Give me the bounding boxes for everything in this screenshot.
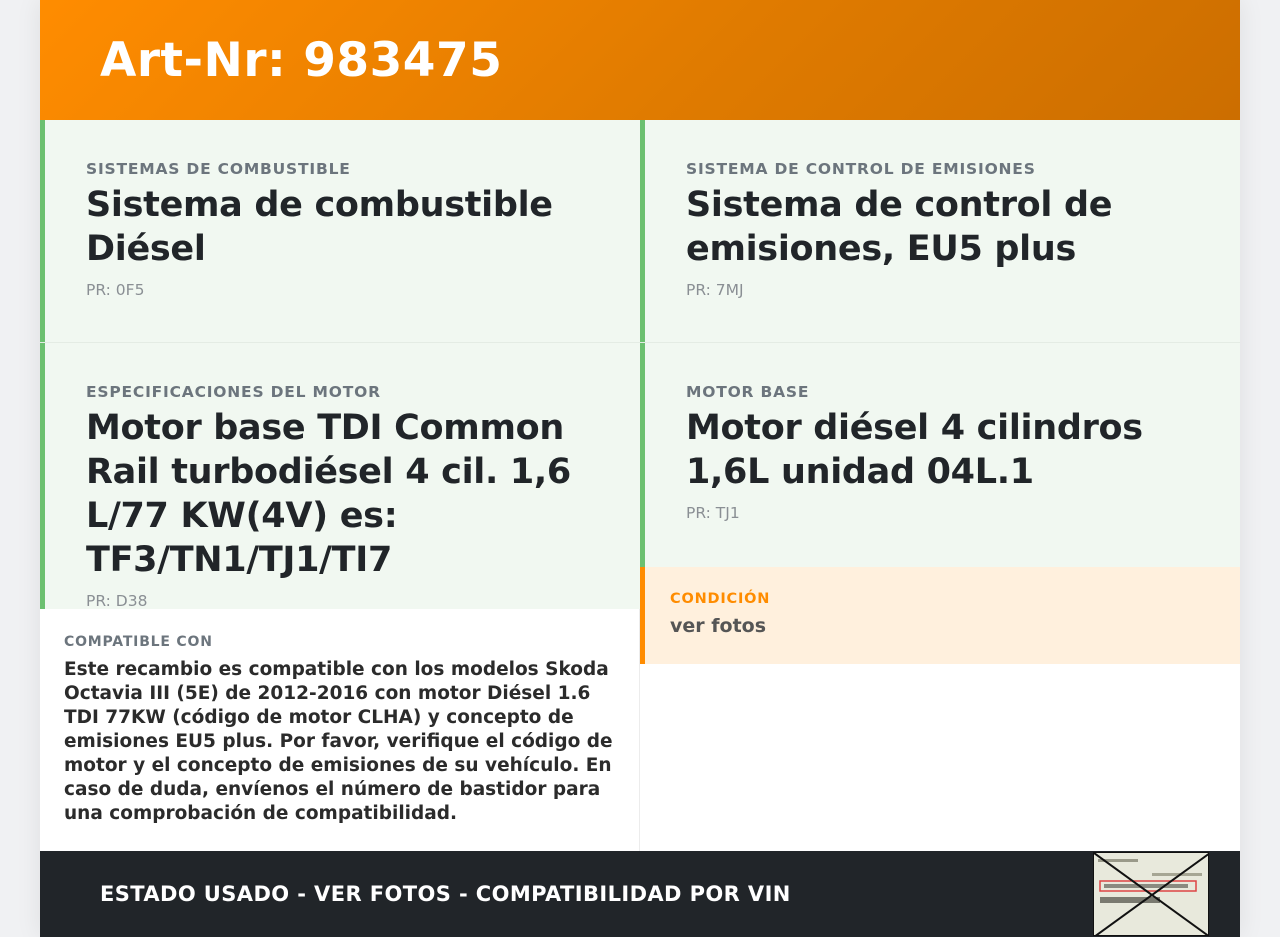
spec-card-title: Motor base TDI Common Rail turbodiésel 4… [86, 408, 571, 580]
spec-card-pr-code: PR: D38 [86, 592, 148, 610]
compatibility-section: COMPATIBLE CON Este recambio es compatib… [40, 609, 640, 851]
condition-box: CONDICIÓN ver fotos [640, 567, 1240, 664]
spec-card-emissions: SISTEMA DE CONTROL DE EMISIONES Sistema … [640, 120, 1240, 342]
spec-card-title: Motor diésel 4 cilindros 1,6L unidad 04L… [686, 408, 1143, 492]
condition-value: ver fotos [670, 615, 767, 637]
spec-card-pr-code: PR: TJ1 [686, 504, 740, 522]
spec-card-label: ESPECIFICACIONES DEL MOTOR [86, 383, 381, 401]
product-page: Art-Nr: 983475 SISTEMAS DE COMBUSTIBLE S… [40, 0, 1240, 937]
page-title: Art-Nr: 983475 [100, 32, 503, 88]
spec-card-fuel-system: SISTEMAS DE COMBUSTIBLE Sistema de combu… [40, 120, 640, 342]
compatibility-label: COMPATIBLE CON [64, 634, 213, 650]
photo-thumbnail-image [1094, 853, 1208, 935]
product-photo-thumbnail[interactable] [1093, 852, 1209, 936]
spec-card-engine-specs: ESPECIFICACIONES DEL MOTOR Motor base TD… [40, 343, 640, 610]
spec-card-label: SISTEMAS DE COMBUSTIBLE [86, 160, 351, 178]
header: Art-Nr: 983475 [40, 0, 1240, 120]
spec-card-label: MOTOR BASE [686, 383, 810, 401]
spec-card-pr-code: PR: 7MJ [686, 281, 744, 299]
spec-card-base-engine: MOTOR BASE Motor diésel 4 cilindros 1,6L… [640, 343, 1240, 567]
spec-card-title: Sistema de control de emisiones, EU5 plu… [686, 185, 1113, 269]
spec-card-pr-code: PR: 0F5 [86, 281, 145, 299]
spec-card-label: SISTEMA DE CONTROL DE EMISIONES [686, 160, 1036, 178]
spec-card-title: Sistema de combustible Diésel [86, 185, 553, 269]
footer-bar: ESTADO USADO - VER FOTOS - COMPATIBILIDA… [40, 851, 1240, 937]
condition-label: CONDICIÓN [670, 591, 771, 607]
footer-status-text: ESTADO USADO - VER FOTOS - COMPATIBILIDA… [100, 882, 791, 906]
compatibility-text: Este recambio es compatible con los mode… [64, 659, 613, 824]
